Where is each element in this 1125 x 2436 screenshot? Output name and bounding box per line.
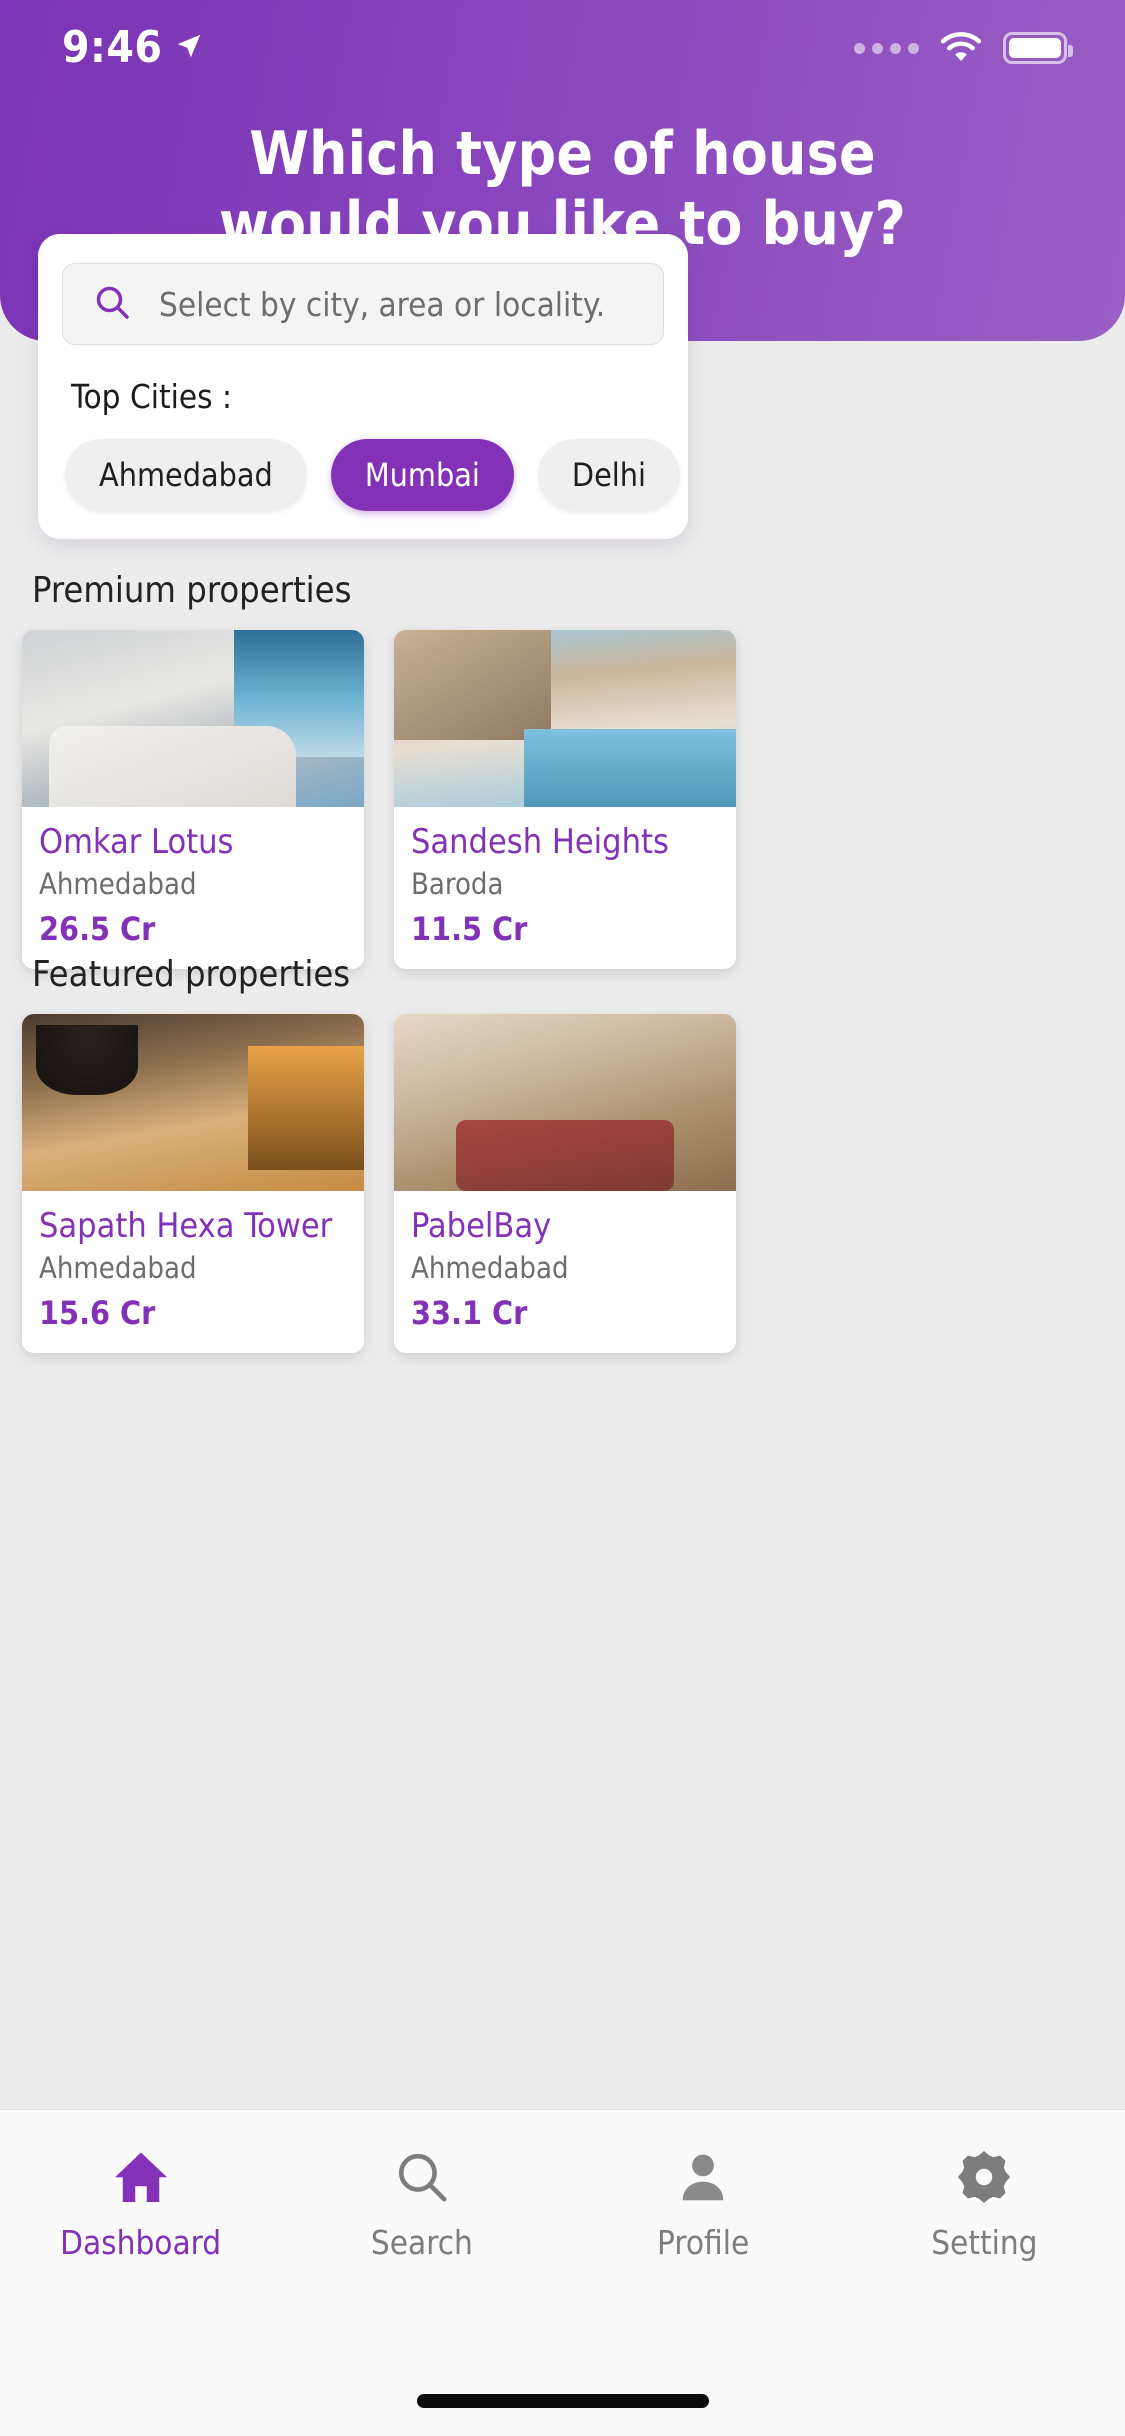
property-name: Sandesh Heights [411,822,669,862]
city-chip-mumbai[interactable]: Mumbai [330,439,514,511]
property-name: Omkar Lotus [39,822,234,862]
status-bar: 9:46 [0,0,1125,96]
property-card-body: Omkar Lotus Ahmedabad 26.5 Cr [22,807,364,969]
search-icon [393,2144,451,2210]
top-cities-label: Top Cities : [71,377,233,416]
nav-item-profile[interactable]: Profile [563,2144,844,2259]
property-price: 15.6 Cr [39,1294,156,1333]
property-name: PabelBay [411,1206,552,1246]
home-indicator[interactable] [416,2394,709,2408]
nav-item-search[interactable]: Search [281,2144,562,2259]
nav-item-dashboard[interactable]: Dashboard [0,2144,281,2259]
property-card[interactable]: Omkar Lotus Ahmedabad 26.5 Cr [22,630,364,970]
search-icon [92,282,132,326]
property-city: Ahmedabad [39,1250,197,1285]
property-card[interactable]: PabelBay Ahmedabad 33.1 Cr [394,1014,736,1354]
nav-item-setting[interactable]: Setting [844,2144,1125,2259]
property-name: Sapath Hexa Tower [39,1206,333,1246]
home-icon [110,2144,172,2210]
featured-properties-rail[interactable]: Sapath Hexa Tower Ahmedabad 15.6 Cr Pabe… [0,1014,1125,1354]
gear-icon [954,2144,1014,2210]
property-card[interactable]: Sandesh Heights Baroda 11.5 Cr [394,630,736,970]
property-city: Baroda [411,866,504,901]
property-city: Ahmedabad [411,1250,569,1285]
wifi-icon [939,29,983,67]
premium-properties-rail[interactable]: Omkar Lotus Ahmedabad 26.5 Cr Sandesh He… [0,630,1125,970]
property-card[interactable]: Sapath Hexa Tower Ahmedabad 15.6 Cr [22,1014,364,1354]
property-photo [394,1014,736,1191]
property-city: Ahmedabad [39,866,197,901]
location-arrow-icon [174,31,204,65]
battery-full-icon [1003,32,1073,64]
section-title-featured: Featured properties [32,954,351,995]
app-screen: 9:46 Which type of house would you like … [0,0,1125,2436]
nav-label-setting: Setting [931,2223,1038,2262]
section-title-premium: Premium properties [32,570,352,611]
property-photo [22,1014,364,1191]
signal-dots-icon [854,42,919,54]
property-card-body: Sapath Hexa Tower Ahmedabad 15.6 Cr [22,1191,364,1353]
property-price: 11.5 Cr [411,910,528,949]
status-bar-right [854,29,1073,67]
nav-label-profile: Profile [657,2223,750,2262]
page-title-line-1: Which type of house [249,119,876,189]
city-search-card: Select by city, area or locality. Top Ci… [38,234,688,539]
property-card-body: PabelBay Ahmedabad 33.1 Cr [394,1191,736,1353]
bottom-navigation: Dashboard Search Profile Setting [0,2109,1125,2436]
status-time: 9:46 [62,22,163,73]
person-icon [674,2144,732,2210]
top-cities-chip-row[interactable]: Ahmedabad Mumbai Delhi [38,430,688,520]
property-photo [394,630,736,807]
status-bar-left: 9:46 [62,26,204,70]
property-photo [22,630,364,807]
property-card-body: Sandesh Heights Baroda 11.5 Cr [394,807,736,969]
city-chip-ahmedabad[interactable]: Ahmedabad [65,439,307,511]
nav-label-dashboard: Dashboard [60,2223,222,2262]
city-chip-delhi[interactable]: Delhi [537,439,681,511]
property-price: 26.5 Cr [39,910,156,949]
search-input-wrapper[interactable]: Select by city, area or locality. [62,263,664,345]
nav-label-search: Search [370,2223,473,2262]
search-input[interactable]: Select by city, area or locality. [159,288,605,321]
property-price: 33.1 Cr [411,1294,528,1333]
